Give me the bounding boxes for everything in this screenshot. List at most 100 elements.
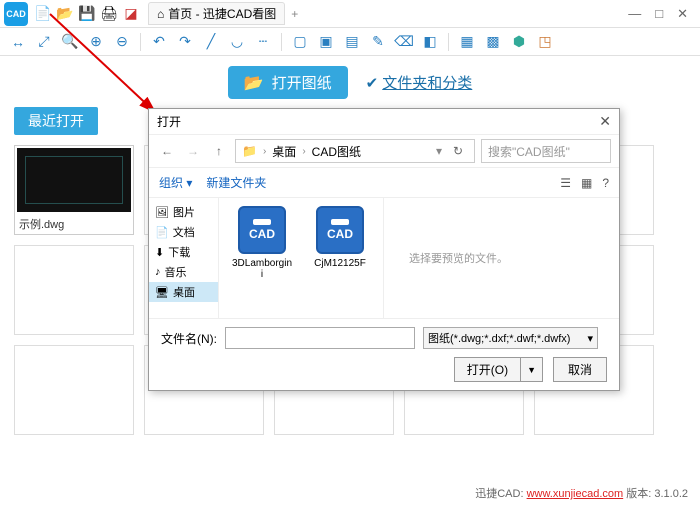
cad-file-icon: CAD <box>238 206 286 254</box>
zoom-extents-icon[interactable]: ⤢ <box>34 32 54 52</box>
tree-item[interactable]: ⬇ 下载 <box>149 242 218 262</box>
open-drawing-label: 打开图纸 <box>272 72 332 93</box>
tree-item-icon: ⬇ <box>155 246 164 259</box>
dialog-close-button[interactable]: ✕ <box>599 113 611 130</box>
folders-categories-toggle[interactable]: ✔ 文件夹和分类 <box>366 72 473 93</box>
crumb-sep: › <box>302 146 305 157</box>
home-icon: ⌂ <box>157 7 164 21</box>
zoom-out-icon[interactable]: ⊖ <box>112 32 132 52</box>
tree-item[interactable]: 🖼 图片 <box>149 202 218 222</box>
crumb-folder[interactable]: CAD图纸 <box>312 143 361 160</box>
line-icon[interactable]: ╱ <box>201 32 221 52</box>
file-item[interactable]: CADCjM12125F <box>309 206 371 310</box>
save-icon[interactable]: 💾 <box>78 5 96 23</box>
recent-header: 最近打开 <box>14 107 98 135</box>
search-placeholder: 搜索"CAD图纸" <box>488 143 570 160</box>
recent-item[interactable]: 示例.dwg <box>14 145 134 235</box>
crumb-dropdown-icon[interactable]: ▾ <box>436 144 442 158</box>
footer-link[interactable]: www.xunjiecad.com <box>527 488 624 500</box>
edit-icon[interactable]: ✎ <box>368 32 388 52</box>
cad-file-icon: CAD <box>316 206 364 254</box>
file-list: CAD3DLamborgini CADCjM12125F <box>219 198 383 318</box>
crumb-desktop[interactable]: 桌面 <box>272 143 296 160</box>
organize-menu[interactable]: 组织 ▾ <box>159 174 192 191</box>
folders-label: 文件夹和分类 <box>382 72 472 93</box>
tree-item-label: 桌面 <box>173 284 195 300</box>
dialog-bottom: 文件名(N): 图纸(*.dwg;*.dxf;*.dwf;*.dwfx) ▾ 打… <box>149 318 619 390</box>
nav-back-button[interactable]: ← <box>157 141 177 161</box>
new-icon[interactable]: 📄 <box>34 5 52 23</box>
dialog-body: 🖼 图片 📄 文档 ⬇ 下载 ♪音乐 🖥 桌面 CAD3DLamborgini CADCjM121… <box>149 198 619 318</box>
layer-icon[interactable]: ▤ <box>342 32 362 52</box>
window2-icon[interactable]: ▣ <box>316 32 336 52</box>
arc-icon[interactable]: ◡ <box>227 32 247 52</box>
dash-icon[interactable]: ┄ <box>253 32 273 52</box>
tree-item[interactable]: 📄 文档 <box>149 222 218 242</box>
dialog-titlebar: 打开 ✕ <box>149 109 619 134</box>
top-actions: 📂 打开图纸 ✔ 文件夹和分类 <box>14 66 686 99</box>
open-dialog: 打开 ✕ ← → ↑ 📁 › 桌面 › CAD图纸 ▾ ↻ 搜索"CAD图纸" … <box>148 108 620 391</box>
pan-icon[interactable]: ↔ <box>8 32 28 52</box>
check-icon: ✔ <box>366 74 379 92</box>
help-icon[interactable]: ? <box>602 176 609 190</box>
redo-icon[interactable]: ↷ <box>175 32 195 52</box>
tree-item-label: 文档 <box>173 224 195 240</box>
color-icon[interactable]: ◧ <box>420 32 440 52</box>
filename-input[interactable] <box>225 327 415 349</box>
zoom-window-icon[interactable]: 🔍 <box>60 32 80 52</box>
window1-icon[interactable]: ▢ <box>290 32 310 52</box>
window-icon[interactable]: ◪ <box>122 5 140 23</box>
tab-home[interactable]: ⌂ 首页 - 迅捷CAD看图 <box>148 2 285 25</box>
erase-icon[interactable]: ⌫ <box>394 32 414 52</box>
breadcrumb[interactable]: 📁 › 桌面 › CAD图纸 ▾ ↻ <box>235 139 475 163</box>
settings-icon[interactable]: ▩ <box>483 32 503 52</box>
open-icon[interactable]: 📂 <box>56 5 74 23</box>
nav-refresh-button[interactable]: ↻ <box>448 141 468 161</box>
filetype-select[interactable]: 图纸(*.dwg;*.dxf;*.dwf;*.dwfx) ▾ <box>423 327 598 349</box>
app-logo: CAD <box>4 2 28 26</box>
nav-up-button[interactable]: ↑ <box>209 141 229 161</box>
footer-prefix: 迅捷CAD: <box>475 488 523 500</box>
folder-icon: 📂 <box>244 73 264 93</box>
maximize-button[interactable]: □ <box>655 6 663 22</box>
tab-add[interactable]: + <box>291 7 298 21</box>
tree-item-icon: 🖼 <box>155 206 169 219</box>
dialog-title: 打开 <box>157 113 181 130</box>
view-list-icon[interactable]: ☰ <box>560 176 571 190</box>
folder-icon: 📁 <box>242 144 257 158</box>
tab-label: 首页 - 迅捷CAD看图 <box>168 5 276 22</box>
tree-item[interactable]: ♪音乐 <box>149 262 218 282</box>
cancel-button[interactable]: 取消 <box>553 357 607 382</box>
close-button[interactable]: ✕ <box>677 6 688 22</box>
open-dropdown-icon[interactable]: ▼ <box>521 362 542 378</box>
open-drawing-button[interactable]: 📂 打开图纸 <box>228 66 348 99</box>
recent-empty-slot <box>14 345 134 435</box>
new-folder-button[interactable]: 新建文件夹 <box>206 174 266 191</box>
view-grid-icon[interactable]: ▦ <box>581 176 592 190</box>
batch-icon[interactable]: ◳ <box>535 32 555 52</box>
filename-label: 文件名(N): <box>161 330 217 347</box>
tree-item-icon: 📄 <box>155 226 169 239</box>
undo-icon[interactable]: ↶ <box>149 32 169 52</box>
search-input[interactable]: 搜索"CAD图纸" <box>481 139 611 163</box>
3d-icon[interactable]: ⬢ <box>509 32 529 52</box>
file-item[interactable]: CAD3DLamborgini <box>231 206 293 310</box>
open-button-label: 打开(O) <box>455 358 521 381</box>
tree-item-icon: 🖥 <box>155 286 169 299</box>
footer-version-label: 版本: <box>626 488 651 500</box>
recent-empty-slot <box>14 245 134 335</box>
tree-item-label: 图片 <box>173 204 195 220</box>
props-icon[interactable]: ▦ <box>457 32 477 52</box>
zoom-in-icon[interactable]: ⊕ <box>86 32 106 52</box>
quick-tools: 📄 📂 💾 🖨 ◪ <box>34 5 140 23</box>
dialog-nav: ← → ↑ 📁 › 桌面 › CAD图纸 ▾ ↻ 搜索"CAD图纸" <box>149 134 619 168</box>
titlebar: CAD 📄 📂 💾 🖨 ◪ ⌂ 首页 - 迅捷CAD看图 + — □ ✕ <box>0 0 700 28</box>
nav-forward-button[interactable]: → <box>183 141 203 161</box>
print-icon[interactable]: 🖨 <box>100 5 118 23</box>
thumbnail-label: 示例.dwg <box>15 214 133 234</box>
minimize-button[interactable]: — <box>628 6 641 22</box>
open-button[interactable]: 打开(O) ▼ <box>454 357 543 382</box>
dialog-toolbar: 组织 ▾ 新建文件夹 ☰ ▦ ? <box>149 168 619 198</box>
tree-item[interactable]: 🖥 桌面 <box>149 282 218 302</box>
tree-item-label: 下载 <box>168 244 190 260</box>
